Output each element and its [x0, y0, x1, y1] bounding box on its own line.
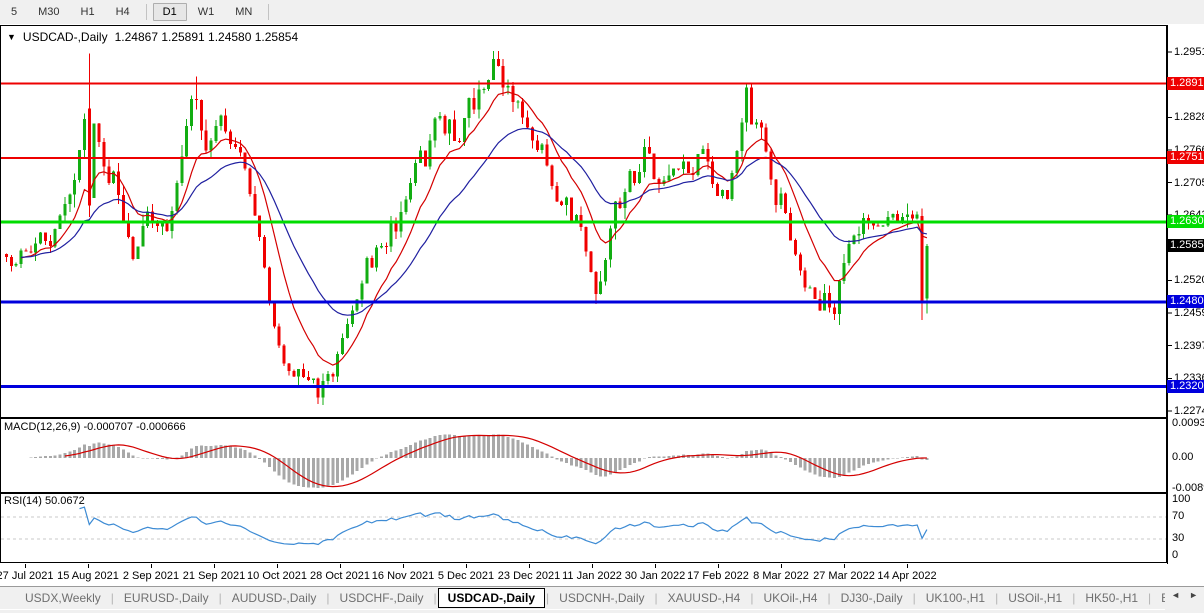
date-label: 8 Mar 2022: [753, 570, 809, 582]
price-tick-label: 1.23975: [1174, 340, 1204, 352]
price-tick-label: 1.22745: [1174, 405, 1204, 417]
date-label: 11 Jan 2022: [562, 570, 622, 582]
price-tick-label: 1.24590: [1174, 307, 1204, 319]
tab-audusd-daily[interactable]: AUDUSD-,Daily: [223, 589, 326, 607]
price-tick-label: 1.29510: [1174, 46, 1204, 58]
tab-uk100-h1[interactable]: UK100-,H1: [917, 589, 994, 607]
price-tick-label: 1.28280: [1174, 111, 1204, 123]
tab-usoil-h1[interactable]: USOil-,H1: [999, 589, 1071, 607]
tab-usdcad-daily[interactable]: USDCAD-,Daily: [438, 588, 545, 608]
date-label: 27 Mar 2022: [813, 570, 875, 582]
date-label: 5 Dec 2021: [438, 570, 494, 582]
tab-usdcnh-daily[interactable]: USDCNH-,Daily: [550, 589, 653, 607]
level-badge: 1.24800: [1167, 295, 1204, 308]
tab-hk50-h1[interactable]: HK50-,H1: [1076, 589, 1147, 607]
chart-ohlc-values: 1.24867 1.25891 1.24580 1.25854: [115, 30, 299, 44]
date-label: 2 Sep 2021: [123, 570, 179, 582]
price-tick-label: 1.27050: [1174, 177, 1204, 189]
tab-scroll-left-icon[interactable]: ◄: [1171, 590, 1180, 611]
date-label: 14 Apr 2022: [877, 570, 936, 582]
chevron-down-icon[interactable]: ▼: [7, 32, 16, 42]
date-label: 23 Dec 2021: [498, 570, 560, 582]
tab-scroll-right-icon[interactable]: ►: [1189, 590, 1198, 611]
level-badge: 1.23203: [1167, 380, 1204, 393]
current-price-badge: 1.25854: [1167, 239, 1204, 252]
tab-eurusd-daily[interactable]: EURUSD-,Daily: [115, 589, 218, 607]
tab-xauusd-h4[interactable]: XAUUSD-,H4: [659, 589, 750, 607]
level-badge: 1.27515: [1167, 151, 1204, 164]
date-label: 21 Sep 2021: [183, 570, 245, 582]
tab-dj30-daily[interactable]: DJ30-,Daily: [832, 589, 912, 607]
level-badge: 1.28912: [1167, 77, 1204, 90]
date-label: 30 Jan 2022: [625, 570, 686, 582]
date-label: 28 Oct 2021: [310, 570, 370, 582]
tab-usdx-weekly[interactable]: USDX,Weekly: [16, 589, 110, 607]
rsi-indicator-label: RSI(14) 50.0672: [4, 495, 85, 507]
symbol-tab-bar: USDX,Weekly|EURUSD-,Daily|AUDUSD-,Daily|…: [0, 586, 1204, 609]
date-label: 16 Nov 2021: [372, 570, 434, 582]
macd-axis-zero-label: 0.00: [1172, 451, 1193, 463]
chart-canvas[interactable]: [0, 0, 1204, 613]
rsi-axis-label: 0: [1172, 549, 1178, 561]
rsi-axis-label: 100: [1172, 493, 1190, 505]
price-tick-label: 1.25205: [1174, 274, 1204, 286]
date-label: 17 Feb 2022: [687, 570, 749, 582]
chart-symbol-label: USDCAD-,Daily: [23, 30, 108, 44]
rsi-axis-label: 30: [1172, 532, 1184, 544]
tab-scroll-arrows: ◄ ►: [1165, 587, 1204, 611]
tab-usdchf-daily[interactable]: USDCHF-,Daily: [331, 589, 433, 607]
macd-axis-max-label: 0.009345: [1172, 417, 1204, 429]
level-badge: 1.26303: [1167, 215, 1204, 228]
date-label: 10 Oct 2021: [247, 570, 307, 582]
macd-indicator-label: MACD(12,26,9) -0.000707 -0.000666: [4, 421, 186, 433]
date-label: 27 Jul 2021: [0, 570, 53, 582]
chart-title: ▼ USDCAD-,Daily 1.24867 1.25891 1.24580 …: [7, 30, 298, 44]
date-label: 15 Aug 2021: [57, 570, 119, 582]
rsi-panel-border: [1, 494, 1167, 563]
tab-ukoil-h4[interactable]: UKOil-,H4: [754, 589, 826, 607]
rsi-axis-label: 70: [1172, 510, 1184, 522]
